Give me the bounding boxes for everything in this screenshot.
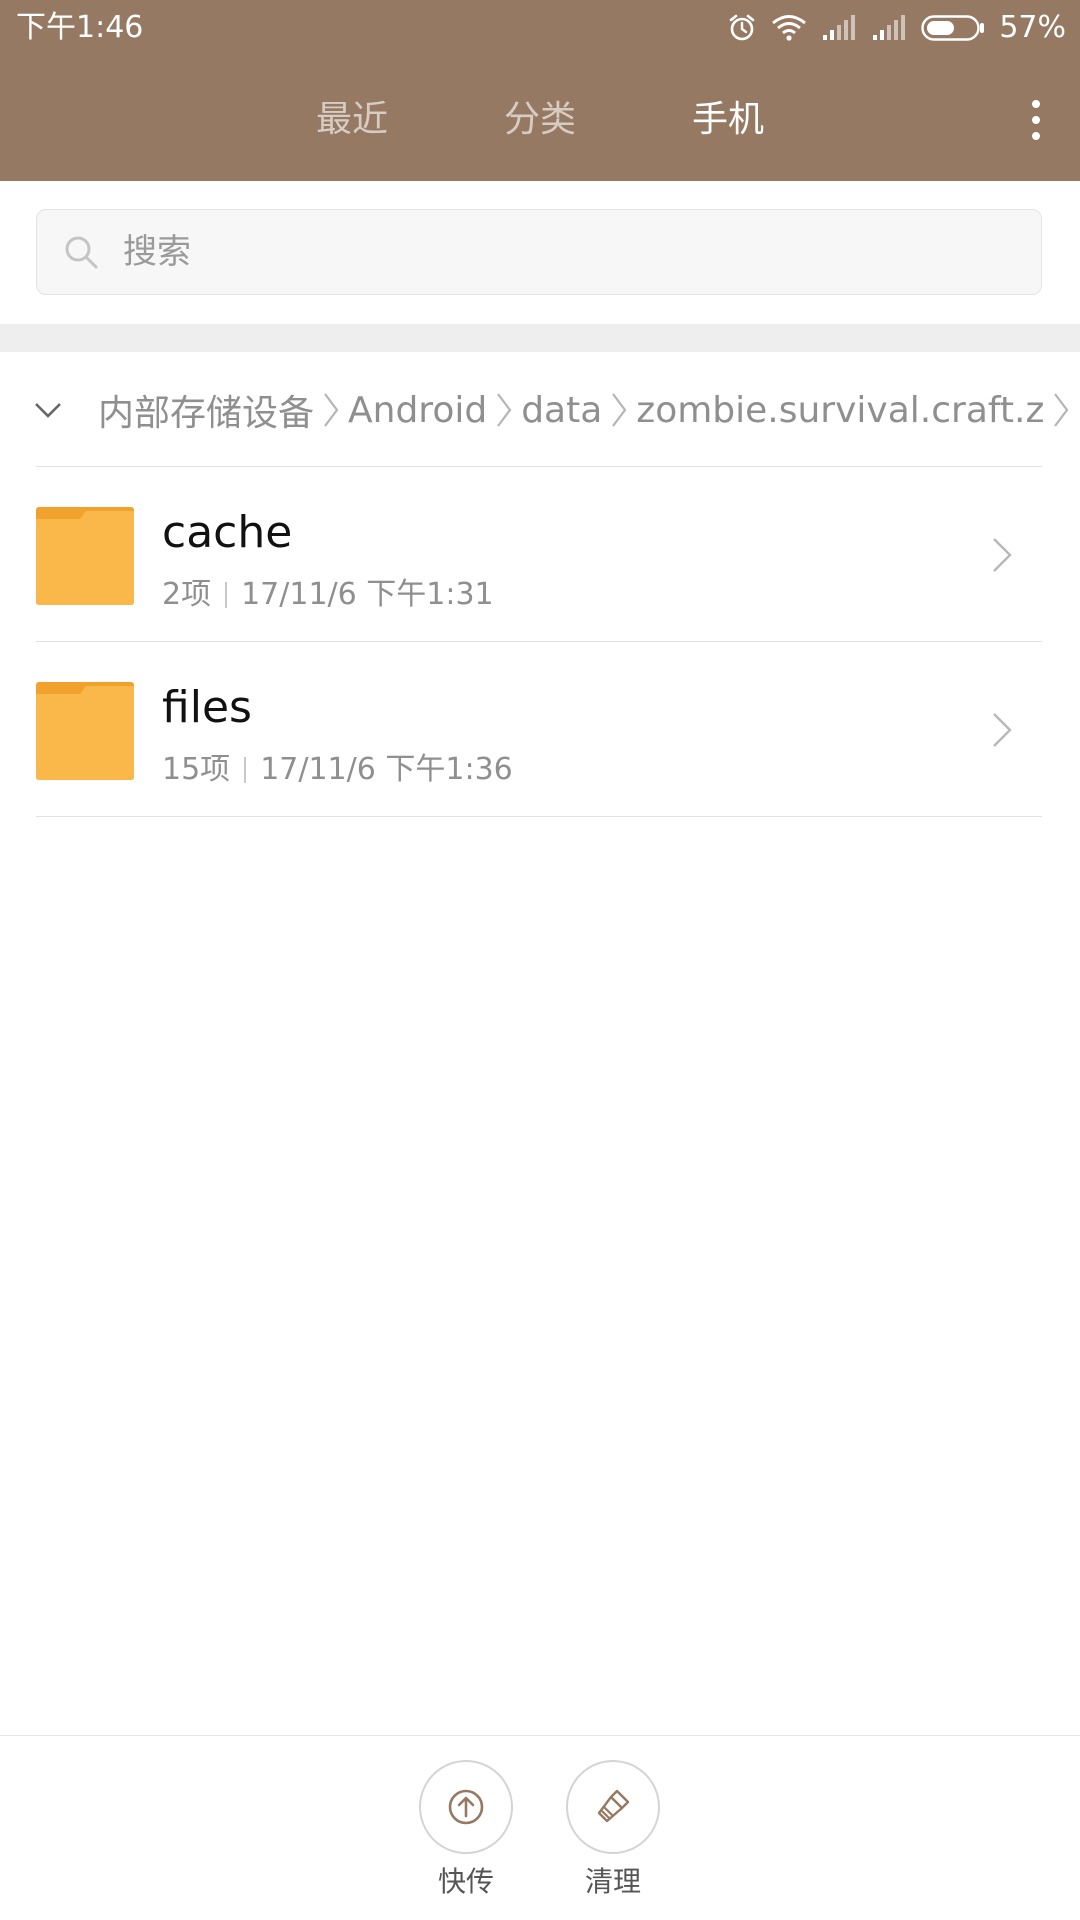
status-icons: 57%	[727, 8, 1066, 48]
quick-transfer-circle[interactable]	[419, 1760, 513, 1854]
tab-bar: 最近 分类 手机	[0, 90, 1080, 150]
battery-percent: 57%	[999, 10, 1066, 45]
search-icon	[65, 236, 98, 269]
cleanup-label: 清理	[584, 1865, 641, 1898]
item-count: 15项	[162, 752, 231, 787]
breadcrumb-item-package[interactable]: zombie.survival.craft.z	[636, 390, 1044, 431]
file-meta: 2项 17/11/6 下午1:31	[162, 577, 494, 613]
breadcrumb-item-internal-storage[interactable]: 内部存储设备	[98, 384, 314, 436]
search-bar[interactable]	[36, 209, 1042, 295]
chevron-right-icon	[495, 390, 513, 430]
modified-date: 17/11/6 下午1:36	[260, 752, 513, 787]
quick-transfer-label: 快传	[437, 1865, 494, 1898]
search-input[interactable]	[121, 231, 1005, 273]
app-header: 下午1:46 57% 最近 分类 手机	[0, 0, 1080, 181]
signal-icon	[823, 15, 856, 40]
meta-separator	[225, 582, 228, 608]
chevron-right-icon	[1052, 390, 1070, 430]
meta-separator	[244, 757, 247, 783]
breadcrumb-item-data[interactable]: data	[521, 390, 602, 431]
folder-icon	[36, 682, 134, 780]
upload-icon	[448, 1789, 484, 1825]
file-meta: 15项 17/11/6 下午1:36	[162, 752, 513, 788]
chevron-right-icon	[993, 538, 1012, 572]
item-count: 2项	[162, 577, 212, 612]
battery-icon	[921, 15, 985, 41]
breadcrumb-collapse-button[interactable]	[20, 380, 76, 440]
list-item[interactable]: files 15项 17/11/6 下午1:36	[0, 642, 1080, 816]
more-menu-button[interactable]	[1012, 90, 1060, 150]
quick-transfer-button[interactable]: 快传	[406, 1760, 526, 1902]
breadcrumb-item-android[interactable]: Android	[348, 390, 487, 431]
breadcrumb: 内部存储设备 Android data zombie.survival.craf…	[0, 380, 1080, 440]
list-divider	[36, 816, 1042, 817]
file-name: cache	[162, 507, 293, 558]
alarm-icon	[730, 14, 755, 41]
wifi-icon	[772, 15, 807, 41]
chevron-down-icon	[35, 403, 61, 418]
folder-icon	[36, 507, 134, 605]
chevron-right-icon	[610, 390, 628, 430]
chevron-right-icon	[322, 390, 340, 430]
broom-icon	[597, 1789, 630, 1823]
cleanup-circle[interactable]	[566, 1760, 660, 1854]
modified-date: 17/11/6 下午1:31	[241, 577, 494, 612]
signal-icon	[873, 15, 906, 40]
file-name: files	[162, 682, 252, 733]
status-time: 下午1:46	[16, 10, 144, 45]
bottom-action-bar: 快传 清理	[0, 1736, 1080, 1920]
tab-category[interactable]: 分类	[480, 90, 600, 150]
chevron-right-icon	[993, 713, 1012, 747]
list-item[interactable]: cache 2项 17/11/6 下午1:31	[0, 467, 1080, 641]
more-dots-icon	[1032, 100, 1040, 108]
tab-phone[interactable]: 手机	[668, 90, 788, 150]
section-divider	[0, 324, 1080, 352]
tab-recent[interactable]: 最近	[292, 90, 412, 150]
cleanup-button[interactable]: 清理	[553, 1760, 673, 1902]
